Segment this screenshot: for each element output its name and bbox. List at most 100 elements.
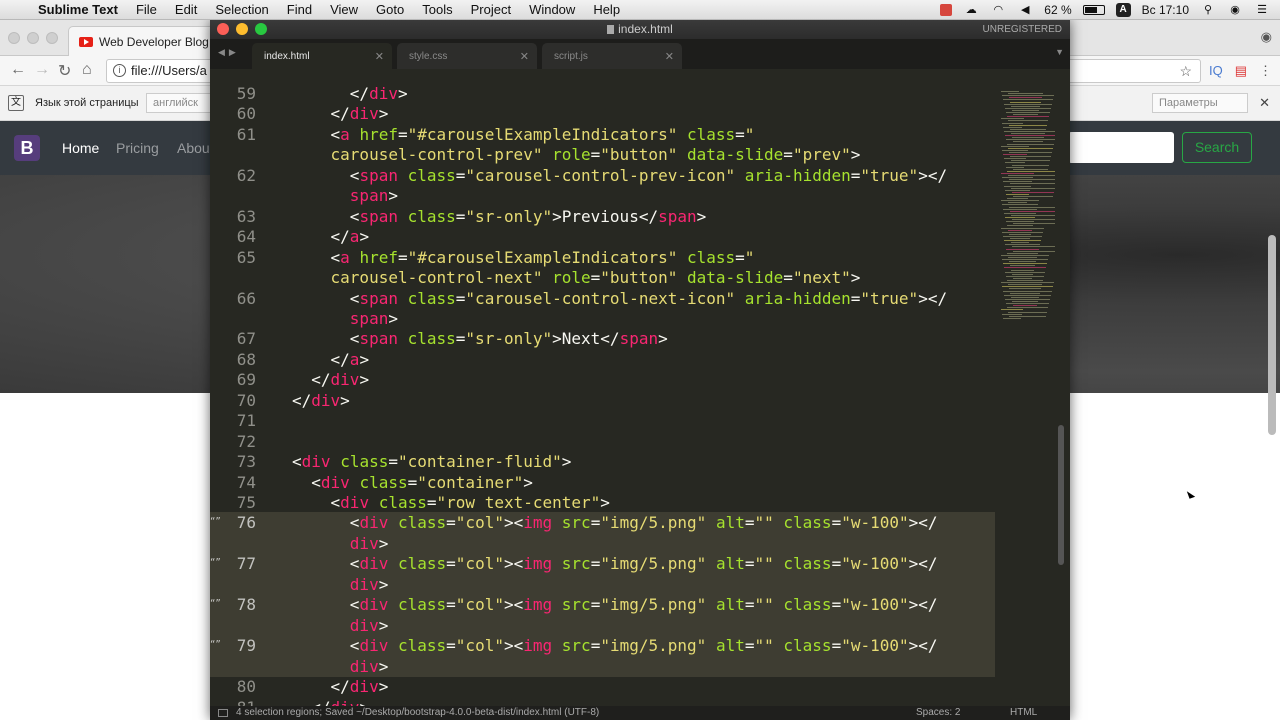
translate-options-button[interactable]: Параметры [1152, 93, 1248, 113]
minimap[interactable] [995, 69, 1055, 319]
code-line[interactable]: span> [210, 185, 995, 206]
tab-close-icon[interactable]: ✕ [665, 50, 674, 63]
menu-goto[interactable]: Goto [367, 2, 413, 17]
clock[interactable]: Вс 17:10 [1142, 3, 1189, 17]
code-line[interactable]: 72 [210, 431, 995, 452]
code-line[interactable]: 68 </a> [210, 349, 995, 370]
input-source[interactable]: A [1115, 3, 1131, 17]
code-line[interactable]: 60 </div> [210, 103, 995, 124]
youtube-icon [79, 36, 93, 47]
siri-icon[interactable]: ◉ [1227, 4, 1243, 16]
code-line[interactable]: 64 </a> [210, 226, 995, 247]
code-line[interactable]: 73 <div class="container-fluid"> [210, 451, 995, 472]
code-line[interactable]: 78 “” <div class="col"><img src="img/5.pn… [210, 594, 995, 616]
site-brand-logo[interactable]: B [14, 135, 40, 161]
code-line[interactable]: 76 “” <div class="col"><img src="img/5.pn… [210, 512, 995, 534]
menu-find[interactable]: Find [278, 2, 321, 17]
battery-icon[interactable] [1082, 5, 1105, 15]
menu-help[interactable]: Help [584, 2, 629, 17]
close-translate-icon[interactable]: ✕ [1259, 95, 1270, 111]
code-line[interactable]: 79 “” <div class="col"><img src="img/5.pn… [210, 635, 995, 657]
code-line[interactable]: span> [210, 308, 995, 329]
extension-badge-icon[interactable]: ▤ [1235, 63, 1247, 79]
browser-tab[interactable]: Web Developer Blog - [68, 26, 218, 56]
browser-zoom-button[interactable] [46, 32, 58, 44]
browser-minimize-button[interactable] [27, 32, 39, 44]
spotlight-icon[interactable]: ⚲ [1200, 4, 1216, 16]
code-line[interactable]: carousel-control-prev" role="button" dat… [210, 144, 995, 165]
code-line[interactable]: 80 </div> [210, 676, 995, 697]
tab-close-icon[interactable]: ✕ [520, 50, 529, 63]
site-search-button[interactable]: Search [1182, 132, 1252, 163]
notification-center-icon[interactable]: ☰ [1254, 4, 1270, 16]
code-line[interactable]: 77 “” <div class="col"><img src="img/5.pn… [210, 553, 995, 575]
code-line[interactable]: 61 <a href="#carouselExampleIndicators" … [210, 124, 995, 145]
editor-zoom-button[interactable] [255, 23, 267, 35]
code-line[interactable]: carousel-control-next" role="button" dat… [210, 267, 995, 288]
menu-tools[interactable]: Tools [413, 2, 461, 17]
code-line[interactable]: div> [210, 573, 995, 595]
translate-language-select[interactable]: английск [146, 93, 216, 113]
browser-scrollbar[interactable] [1268, 235, 1276, 435]
home-icon[interactable]: ⌂ [82, 61, 92, 79]
code-line[interactable]: 74 <div class="container"> [210, 472, 995, 493]
editor-scrollbar[interactable] [1058, 425, 1064, 565]
code-line[interactable]: 67 <span class="sr-only">Next</span> [210, 328, 995, 349]
code-area[interactable]: 59 </div> 60 </div> 61 <a href="#carouselE… [210, 69, 995, 706]
code-line[interactable]: 66 <span class="carousel-control-next-ic… [210, 288, 995, 309]
tab-script-js[interactable]: script.js ✕ [542, 43, 682, 69]
code-token: </ [292, 698, 330, 707]
forward-icon[interactable]: → [34, 61, 50, 79]
code-line[interactable]: 63 <span class="sr-only">Previous</span> [210, 206, 995, 227]
code-line[interactable]: div> [210, 614, 995, 636]
back-icon[interactable]: ← [10, 61, 26, 79]
code-line[interactable]: 71 [210, 410, 995, 431]
code-line[interactable]: 65 <a href="#carouselExampleIndicators" … [210, 247, 995, 268]
code-line[interactable]: div> [210, 532, 995, 554]
nav-pricing-link[interactable]: Pricing [116, 140, 159, 156]
tab-list-dropdown-icon[interactable]: ▼ [1055, 47, 1064, 57]
record-icon[interactable] [940, 4, 953, 16]
code-token: div [359, 595, 389, 615]
profile-icon[interactable]: ◉ [1261, 29, 1272, 45]
menu-file[interactable]: File [127, 2, 166, 17]
menu-view[interactable]: View [321, 2, 367, 17]
syntax-selector[interactable]: HTML [1010, 706, 1037, 720]
code-line[interactable]: div> [210, 655, 995, 677]
code-line[interactable]: 62 <span class="carousel-control-prev-ic… [210, 165, 995, 186]
code-line[interactable]: 70 </div> [210, 390, 995, 411]
code-token: < [292, 165, 360, 185]
editor-minimize-button[interactable] [236, 23, 248, 35]
bookmark-star-icon[interactable]: ☆ [1179, 60, 1192, 82]
tab-index-html[interactable]: index.html ✕ [252, 43, 392, 69]
tab-style-css[interactable]: style.css ✕ [397, 43, 537, 69]
volume-icon[interactable]: ◀ [1017, 4, 1033, 16]
menu-selection[interactable]: Selection [206, 2, 277, 17]
tab-scroll-arrows-icon[interactable]: ◀▶ [218, 47, 240, 58]
editor-close-button[interactable] [217, 23, 229, 35]
nav-about-link[interactable]: Abou [177, 140, 210, 156]
code-line[interactable]: 69 </div> [210, 369, 995, 390]
wifi-icon[interactable]: ◠ [990, 4, 1006, 16]
tab-close-icon[interactable]: ✕ [375, 50, 384, 63]
reload-icon[interactable]: ↻ [58, 61, 71, 81]
cloud-icon[interactable]: ☁ [963, 4, 979, 16]
nav-home-link[interactable]: Home [62, 140, 99, 156]
code-text: <span class="sr-only">Previous</span> [292, 206, 706, 227]
indentation-setting[interactable]: Spaces: 2 [916, 706, 960, 720]
site-search-input[interactable] [1068, 132, 1174, 163]
minimap-line [1010, 183, 1055, 185]
minimap-line [1004, 130, 1055, 132]
browser-close-button[interactable] [8, 32, 20, 44]
info-icon[interactable]: i [113, 64, 126, 77]
code-line[interactable]: 75 <div class="row text-center"> [210, 492, 995, 513]
code-line[interactable]: 59 </div> [210, 83, 995, 104]
menu-edit[interactable]: Edit [166, 2, 206, 17]
menu-window[interactable]: Window [520, 2, 584, 17]
extension-icon[interactable]: IQ [1209, 63, 1223, 79]
menu-icon[interactable]: ⋮ [1259, 63, 1272, 79]
code-line[interactable]: 81 </div> [210, 697, 995, 707]
menu-app-name[interactable]: Sublime Text [34, 2, 127, 17]
panel-toggle-icon[interactable] [218, 709, 228, 717]
menu-project[interactable]: Project [462, 2, 520, 17]
